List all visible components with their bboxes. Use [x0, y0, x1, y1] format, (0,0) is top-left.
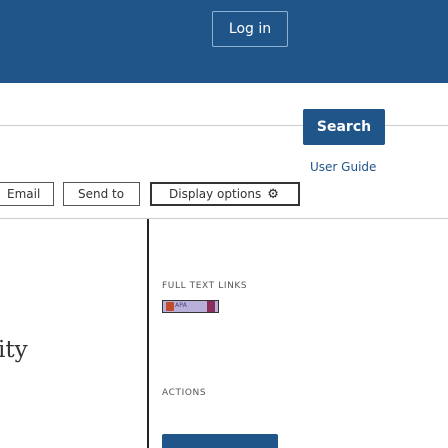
email-button-label: Email [7, 187, 41, 201]
publisher-logo-icon [166, 302, 174, 311]
display-options-label: Display options [169, 187, 262, 201]
sidebar-divider [147, 219, 149, 448]
full-text-links-heading: FULL TEXT LINKS [162, 281, 248, 291]
publisher-linkout-text: APA [175, 302, 188, 309]
user-guide-link[interactable]: User Guide [310, 160, 376, 174]
gear-icon: ⚙ [267, 187, 279, 202]
display-options-button[interactable]: Display options ⚙ [150, 182, 300, 206]
action-button[interactable] [162, 434, 278, 448]
actions-heading: ACTIONS [162, 388, 207, 398]
send-to-button[interactable]: Send to [63, 182, 140, 206]
publisher-linkout-button[interactable]: APA [162, 300, 219, 313]
email-button[interactable]: Email [0, 182, 54, 206]
search-button[interactable]: Search [303, 109, 385, 145]
top-header-bar: Log in [0, 0, 448, 83]
send-to-button-label: Send to [78, 187, 125, 201]
login-button[interactable]: Log in [212, 11, 288, 47]
article-title-fragment: ity [0, 337, 28, 363]
toolbar-divider [0, 218, 448, 219]
full-text-badge-icon [207, 301, 215, 312]
